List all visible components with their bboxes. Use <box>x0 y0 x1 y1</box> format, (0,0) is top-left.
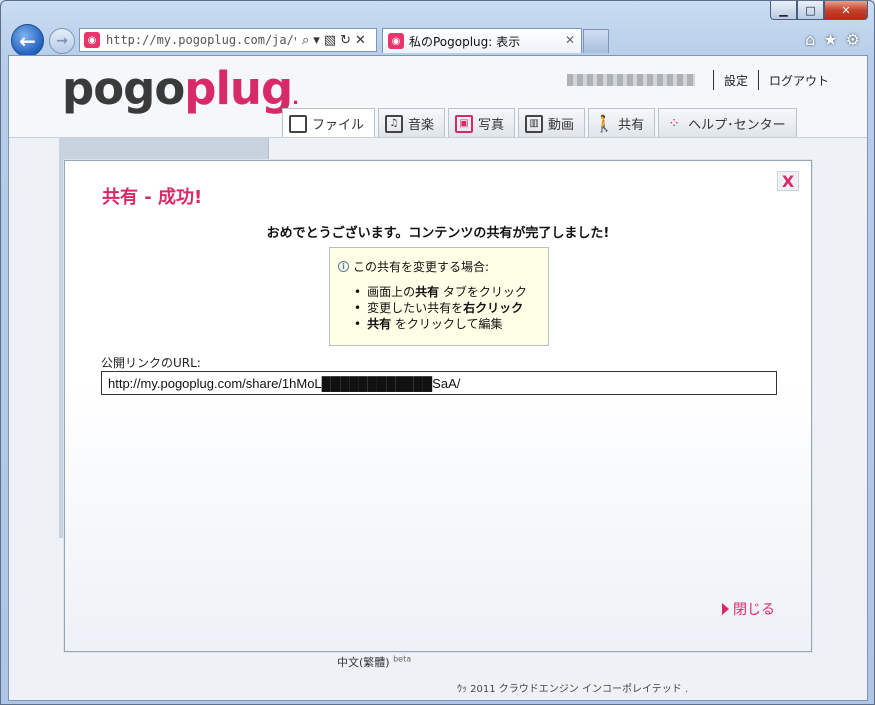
minimize-button[interactable]: ▁ <box>770 1 797 20</box>
settings-link[interactable]: 設定 <box>724 72 748 89</box>
tab-files[interactable]: ファイル <box>282 108 376 138</box>
list-item: 共有 をクリックして編集 <box>366 316 540 332</box>
forward-button[interactable]: → <box>49 28 75 54</box>
tip-heading: i この共有を変更する場合: <box>338 258 540 275</box>
address-bar[interactable]: ◉ http://my.pogoplug.com/ja/view ⌕ ▾ ▧ ↻… <box>79 28 377 52</box>
tab-videos[interactable]: ▥ 動画 <box>518 108 586 138</box>
dialog-title: 共有 - 成功! <box>102 187 203 208</box>
close-dialog-link[interactable]: 閉じる <box>722 599 775 619</box>
play-triangle-icon <box>722 603 729 615</box>
tip-text: 画面上の <box>367 285 416 299</box>
tip-text: タブをクリック <box>439 285 527 299</box>
file-icon <box>289 114 307 133</box>
compatibility-icon[interactable]: ▧ <box>324 33 336 48</box>
stop-icon[interactable]: ✕ <box>355 33 366 48</box>
home-icon[interactable]: ⌂ <box>805 30 815 49</box>
language-label: 中文(繁體) <box>337 656 390 669</box>
favorites-star-icon[interactable]: ★ <box>823 30 837 49</box>
language-link[interactable]: 中文(繁體) beta <box>337 654 411 670</box>
tab-label: ファイル <box>312 118 365 133</box>
site-header: pogoplug. 設定 ログアウト ファイル ♫ 音楽 ▣ 写真 ▥ 動画 🚶 共有 … <box>9 56 867 138</box>
tab-photos[interactable]: ▣ 写真 <box>448 108 516 138</box>
logout-link[interactable]: ログアウト <box>769 72 829 89</box>
tip-bold: 共有 <box>367 317 392 331</box>
refresh-icon[interactable]: ↻ <box>340 33 351 48</box>
public-url-label: 公開リンクのURL: <box>101 356 201 370</box>
browser-toolbar: ⌂ ★ ⚙ <box>805 30 860 49</box>
tip-heading-text: この共有を変更する場合: <box>353 260 490 274</box>
lifebuoy-icon: ⁘ <box>668 115 680 132</box>
account-links: 設定 ログアウト <box>566 70 829 90</box>
info-icon: i <box>338 261 349 272</box>
pogoplug-logo[interactable]: pogoplug. <box>62 62 299 115</box>
tip-bold: 右クリック <box>463 301 524 315</box>
close-label: 閉じる <box>733 602 775 618</box>
back-arrow-icon: ← <box>19 28 36 53</box>
divider <box>757 70 759 90</box>
tip-text: 変更したい共有を <box>367 301 464 315</box>
close-window-button[interactable]: ✕ <box>824 1 868 20</box>
tab-label: 音楽 <box>408 118 435 133</box>
tip-list: 画面上の共有 タブをクリック 変更したい共有を右クリック 共有 をクリックして編… <box>366 284 540 332</box>
tab-title: 私のPogoplug: 表示 <box>409 34 521 49</box>
walking-person-icon: 🚶 <box>594 114 615 133</box>
tab-music[interactable]: ♫ 音楽 <box>378 108 446 138</box>
success-message: おめでとうございます。コンテンツの共有が完了しました! <box>266 226 610 241</box>
beta-badge: beta <box>393 654 412 664</box>
user-email-blurred <box>566 74 695 86</box>
tab-label: 写真 <box>478 118 505 133</box>
music-icon: ♫ <box>385 114 404 133</box>
list-item: 変更したい共有を右クリック <box>366 300 540 316</box>
maximize-button[interactable]: □ <box>797 1 824 20</box>
browser-window: ▁ □ ✕ ← → ◉ http://my.pogoplug.com/ja/vi… <box>0 0 875 705</box>
browser-tab[interactable]: ◉ 私のPogoplug: 表示 ✕ <box>382 28 582 53</box>
tab-close-icon[interactable]: ✕ <box>565 33 575 47</box>
forward-arrow-icon: → <box>56 33 68 49</box>
address-tools: ⌕ ▾ ▧ ↻ ✕ <box>302 33 366 48</box>
tab-favicon-icon: ◉ <box>388 33 404 49</box>
tip-box: i この共有を変更する場合: 画面上の共有 タブをクリック 変更したい共有を右ク… <box>329 247 549 346</box>
tab-share[interactable]: 🚶 共有 <box>588 108 656 138</box>
share-success-dialog: X 共有 - 成功! おめでとうございます。コンテンツの共有が完了しました! i… <box>64 160 812 652</box>
new-tab-button[interactable] <box>583 29 609 53</box>
main-tabs: ファイル ♫ 音楽 ▣ 写真 ▥ 動画 🚶 共有 ⁘ ヘルプ･センター <box>282 108 797 138</box>
photo-icon: ▣ <box>455 114 474 133</box>
copyright: ｳｯ 2011 クラウドエンジン インコーポレイテッド . <box>457 684 689 695</box>
tip-text: をクリックして編集 <box>391 317 503 331</box>
logo-part-plug: plug <box>184 62 293 115</box>
dialog-close-x-button[interactable]: X <box>777 171 799 191</box>
public-url-field[interactable]: http://my.pogoplug.com/share/1hMoL██████… <box>101 371 777 395</box>
logo-part-pogo: pogo <box>62 62 185 115</box>
film-icon: ▥ <box>525 114 544 133</box>
logo-dot: . <box>292 88 299 109</box>
dropdown-icon[interactable]: ▾ <box>313 33 320 48</box>
window-controls: ▁ □ ✕ <box>770 1 868 20</box>
tab-label: 動画 <box>548 118 575 133</box>
site-favicon-icon: ◉ <box>84 32 100 48</box>
tab-label: 共有 <box>618 118 645 133</box>
search-icon[interactable]: ⌕ <box>302 33 309 48</box>
divider <box>712 70 714 90</box>
gear-icon[interactable]: ⚙ <box>846 30 860 49</box>
back-button[interactable]: ← <box>11 24 44 57</box>
address-text[interactable]: http://my.pogoplug.com/ja/view <box>106 33 296 47</box>
tab-label: ヘルプ･センター <box>688 118 786 133</box>
list-item: 画面上の共有 タブをクリック <box>366 284 540 300</box>
tip-bold: 共有 <box>415 285 440 299</box>
tab-help-center[interactable]: ⁘ ヘルプ･センター <box>658 108 797 138</box>
page-viewport: pogoplug. 設定 ログアウト ファイル ♫ 音楽 ▣ 写真 ▥ 動画 🚶 共有 … <box>8 55 868 701</box>
